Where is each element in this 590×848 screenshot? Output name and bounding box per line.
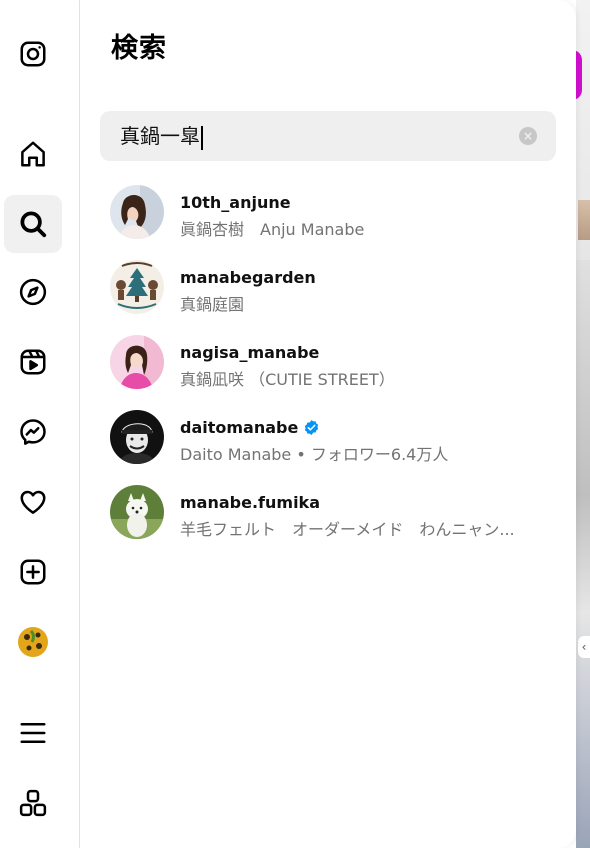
verified-badge-icon	[305, 420, 319, 435]
result-username: 10th_anjune	[180, 193, 291, 212]
reels-icon[interactable]	[4, 333, 62, 391]
profile-avatar-icon[interactable]	[4, 613, 62, 671]
result-username: daitomanabe	[180, 418, 320, 437]
result-subtitle: Daito Manabe • フォロワー6.4万人	[180, 445, 449, 464]
result-subtitle: 羊毛フェルト オーダーメイド わんニャン...	[180, 520, 515, 539]
instagram-logo-icon[interactable]	[4, 25, 62, 83]
also-from-meta-icon[interactable]	[4, 774, 62, 832]
search-result-row[interactable]: nagisa_manabe 真鍋凪咲 （CUTIE STREET）	[80, 326, 576, 401]
search-results-list: 10th_anjune 眞鍋杏樹 Anju Manabe manabegarde…	[80, 176, 576, 551]
explore-compass-icon[interactable]	[4, 263, 62, 321]
search-result-row[interactable]: manabegarden 真鍋庭園	[80, 251, 576, 326]
background-carousel-arrow[interactable]: ‹	[578, 636, 590, 658]
create-plus-icon[interactable]	[4, 543, 62, 601]
messenger-icon[interactable]	[4, 403, 62, 461]
result-avatar	[110, 335, 164, 389]
more-menu-icon[interactable]	[4, 704, 62, 762]
search-input[interactable]: 真鍋一皐	[120, 111, 203, 161]
result-subtitle: 真鍋庭園	[180, 295, 245, 314]
result-username: manabe.fumika	[180, 493, 320, 512]
result-avatar	[110, 185, 164, 239]
notifications-heart-icon[interactable]	[4, 473, 62, 531]
result-avatar	[110, 410, 164, 464]
result-avatar	[110, 260, 164, 314]
panel-title: 検索	[111, 33, 167, 64]
result-subtitle: 真鍋凪咲 （CUTIE STREET）	[180, 370, 395, 389]
text-caret	[201, 125, 203, 150]
result-avatar	[110, 485, 164, 539]
search-panel: 検索 真鍋一皐 × 10th_anjune 眞鍋杏樹 Anju Manabe m…	[80, 0, 576, 848]
search-input-text: 真鍋一皐	[120, 124, 200, 148]
result-username: manabegarden	[180, 268, 316, 287]
search-result-row[interactable]: daitomanabe Daito Manabe • フォロワー6.4万人	[80, 401, 576, 476]
home-icon[interactable]	[4, 125, 62, 183]
background-thumbnail	[578, 200, 590, 240]
background-page-edge: ‹	[572, 0, 590, 848]
background-feed-image	[576, 260, 590, 848]
left-nav-rail	[0, 0, 80, 848]
search-field[interactable]: 真鍋一皐 ×	[100, 111, 556, 161]
search-icon[interactable]	[4, 195, 62, 253]
search-result-row[interactable]: 10th_anjune 眞鍋杏樹 Anju Manabe	[80, 176, 576, 251]
clear-search-icon[interactable]: ×	[519, 127, 537, 145]
result-username: nagisa_manabe	[180, 343, 320, 362]
result-subtitle: 眞鍋杏樹 Anju Manabe	[180, 220, 365, 239]
search-result-row[interactable]: manabe.fumika 羊毛フェルト オーダーメイド わんニャン...	[80, 476, 576, 551]
